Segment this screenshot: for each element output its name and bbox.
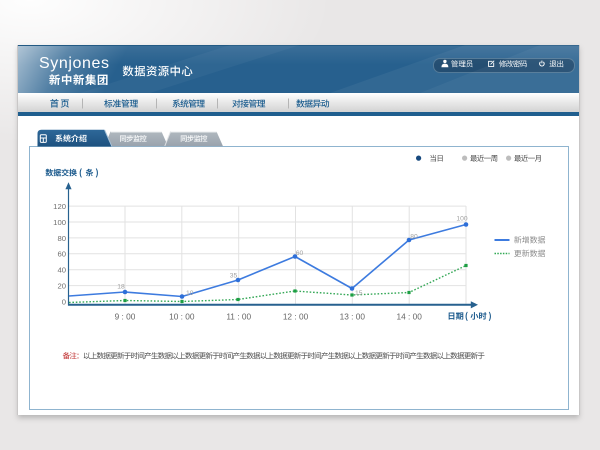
svg-text:11 : 00: 11 : 00 xyxy=(226,312,251,322)
svg-text:120: 120 xyxy=(53,202,66,211)
svg-text:100: 100 xyxy=(53,218,66,227)
svg-text:14 : 00: 14 : 00 xyxy=(397,312,423,322)
svg-text:60: 60 xyxy=(296,250,304,257)
svg-text:Synjones: Synjones xyxy=(39,55,110,72)
svg-text:9 : 00: 9 : 00 xyxy=(115,312,136,322)
svg-text:35: 35 xyxy=(230,273,238,280)
svg-text:15: 15 xyxy=(355,290,363,297)
svg-text:18: 18 xyxy=(117,284,125,291)
svg-text:100: 100 xyxy=(456,216,467,223)
svg-text:40: 40 xyxy=(57,266,66,275)
svg-text:12 : 00: 12 : 00 xyxy=(283,312,309,322)
svg-text:80: 80 xyxy=(410,234,418,241)
svg-text:20: 20 xyxy=(57,282,66,291)
svg-text:10 : 00: 10 : 00 xyxy=(169,312,195,322)
svg-text:13 : 00: 13 : 00 xyxy=(340,312,366,322)
svg-text:10: 10 xyxy=(186,290,194,297)
svg-text:80: 80 xyxy=(57,234,66,243)
svg-text:60: 60 xyxy=(57,250,66,259)
svg-text:0: 0 xyxy=(62,297,66,306)
